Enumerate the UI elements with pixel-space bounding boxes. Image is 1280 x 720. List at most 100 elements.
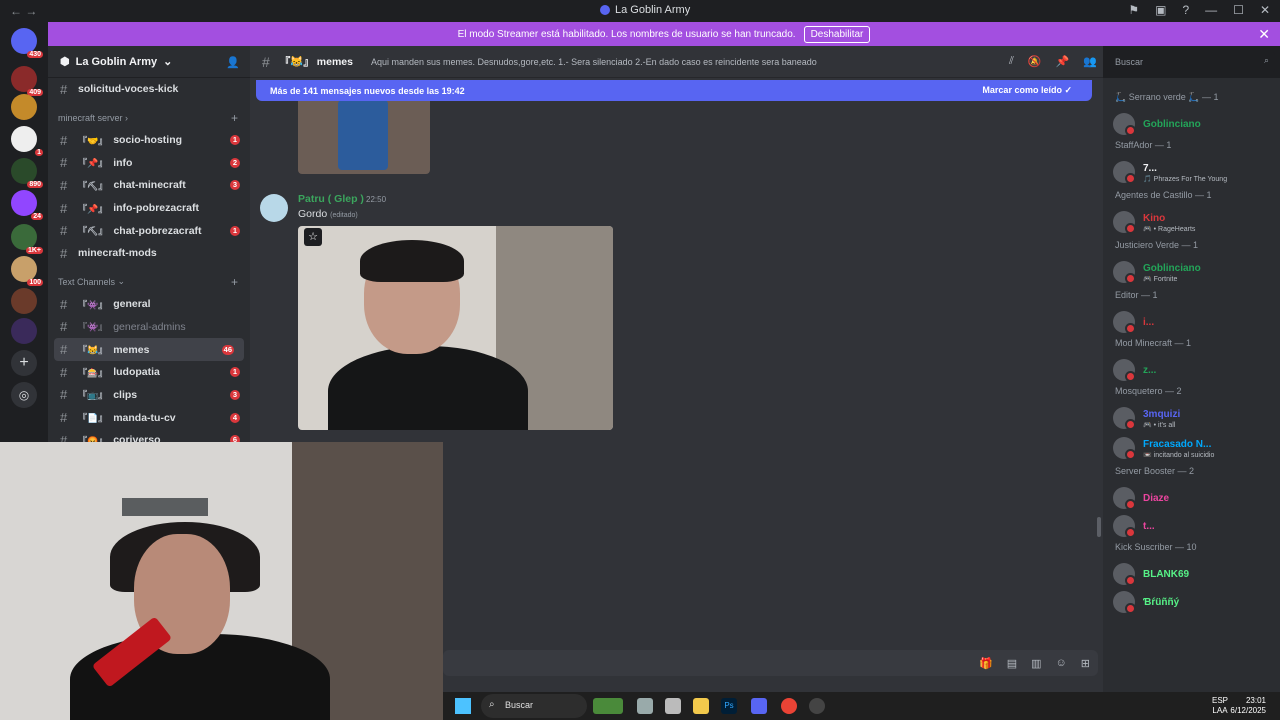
channel-general-admins[interactable]: # 『👾』 general-admins bbox=[48, 316, 250, 339]
channel-info-pobrezacraft[interactable]: # 『📌』 info-pobrezacraft bbox=[48, 197, 250, 220]
inbox-icon[interactable]: ▣ bbox=[1155, 3, 1166, 17]
member-status: 🎮 • RageHearts bbox=[1143, 226, 1196, 233]
language-indicator[interactable]: ESP LAA bbox=[1212, 696, 1228, 716]
message-author[interactable]: Patru ( Glep ) bbox=[298, 193, 364, 205]
member-item[interactable]: Ɓŕüññý bbox=[1113, 590, 1179, 614]
member-item[interactable]: Kino 🎮 • RageHearts bbox=[1113, 210, 1195, 234]
member-item[interactable]: t... bbox=[1113, 514, 1155, 538]
scrollbar-thumb[interactable] bbox=[1097, 517, 1101, 537]
server-icon[interactable] bbox=[11, 288, 37, 314]
gift-icon[interactable]: 🎁 bbox=[979, 657, 993, 670]
message-input[interactable]: 🎁 ▤ ▥ ☺ ⊞ bbox=[443, 650, 1098, 676]
previous-image-attachment[interactable] bbox=[298, 100, 430, 174]
add-channel-icon[interactable]: + bbox=[231, 111, 238, 125]
app-icon[interactable] bbox=[809, 698, 825, 714]
flag-icon[interactable]: ⚑ bbox=[1128, 3, 1139, 17]
image-attachment[interactable]: ☆ bbox=[298, 226, 613, 430]
server-icon[interactable]: 24 bbox=[11, 190, 43, 220]
server-icon[interactable]: 1K+ bbox=[11, 224, 43, 254]
threads-icon[interactable]: ⫽ bbox=[1009, 55, 1014, 68]
server-icon[interactable]: 1 bbox=[11, 126, 43, 156]
server-icon[interactable] bbox=[11, 318, 37, 344]
photoshop-icon[interactable]: Ps bbox=[721, 698, 737, 714]
emoji-icon[interactable]: ☺ bbox=[1056, 657, 1067, 670]
channel-label: coriverso bbox=[113, 434, 161, 442]
close-button[interactable]: ✕ bbox=[1260, 3, 1270, 17]
server-icon[interactable]: 890 bbox=[11, 158, 43, 188]
channel-info[interactable]: # 『📌』 info 2 bbox=[48, 151, 250, 174]
channel-coriverso[interactable]: # 『😡』 coriverso 6 bbox=[48, 429, 250, 442]
category-header[interactable]: Text Channels ⌄ + bbox=[48, 271, 250, 293]
add-server-icon[interactable]: + bbox=[11, 350, 37, 376]
maximize-button[interactable]: ☐ bbox=[1233, 3, 1244, 17]
star-icon[interactable]: ☆ bbox=[304, 228, 322, 246]
member-item[interactable]: Goblinciano bbox=[1113, 112, 1201, 136]
member-item[interactable]: i... bbox=[1113, 310, 1154, 334]
back-arrow-icon[interactable]: ← → bbox=[10, 4, 37, 18]
disable-button[interactable]: Deshabilitar bbox=[803, 25, 871, 43]
pin-icon[interactable]: 📌 bbox=[1056, 55, 1070, 68]
guild-header[interactable]: ⬢ La Goblin Army ⌄ 👤 bbox=[48, 46, 250, 78]
home-icon[interactable]: 430 bbox=[11, 28, 43, 58]
discord-icon[interactable] bbox=[751, 698, 767, 714]
compass-icon[interactable]: ◎ bbox=[11, 382, 37, 408]
member-category: Editor — 1 bbox=[1115, 290, 1158, 300]
unread-badge: 4 bbox=[230, 412, 240, 423]
member-item[interactable]: z... bbox=[1113, 358, 1156, 382]
member-item[interactable]: 7... 🎵 Phrazes For The Young bbox=[1113, 160, 1227, 184]
file-explorer-icon[interactable] bbox=[693, 698, 709, 714]
gif-icon[interactable]: ▤ bbox=[1007, 657, 1017, 670]
server-icon[interactable]: 409 bbox=[11, 66, 43, 96]
member-status: 🎮 • it's all bbox=[1143, 422, 1176, 429]
member-status: 📼 incitando al suicidio bbox=[1143, 452, 1215, 459]
taskbar-search[interactable]: ⌕ Buscar bbox=[481, 694, 587, 718]
search-icon: ⌕ bbox=[1263, 55, 1269, 65]
channel-memes[interactable]: # 『😹』 memes 46 bbox=[54, 338, 244, 361]
sticker-icon[interactable]: ▥ bbox=[1031, 657, 1041, 670]
channel-clips[interactable]: # 『📺』 clips 3 bbox=[48, 384, 250, 407]
add-member-icon[interactable]: 👤 bbox=[226, 56, 240, 69]
channel-chat-minecraft[interactable]: # 『⛏』 chat-minecraft 3 bbox=[48, 174, 250, 197]
task-view-icon[interactable] bbox=[637, 698, 653, 714]
minimize-button[interactable]: — bbox=[1205, 3, 1217, 17]
members-icon[interactable]: 👥 bbox=[1083, 55, 1097, 68]
mark-read-button[interactable]: Marcar como leído ✓ bbox=[982, 85, 1072, 96]
app-icon[interactable] bbox=[665, 698, 681, 714]
clock[interactable]: 23:01 6/12/2025 bbox=[1230, 696, 1266, 716]
channel-manda-tu-cv[interactable]: # 『📄』 manda-tu-cv 4 bbox=[48, 406, 250, 429]
member-category: Mod Minecraft — 1 bbox=[1115, 338, 1192, 348]
help-icon[interactable]: ? bbox=[1182, 3, 1189, 17]
start-button[interactable] bbox=[455, 698, 471, 714]
new-messages-bar[interactable]: Más de 141 mensajes nuevos desde las 19:… bbox=[256, 80, 1092, 101]
member-item[interactable]: BLANK69 bbox=[1113, 562, 1189, 586]
channel-label: socio-hosting bbox=[113, 134, 183, 147]
member-item[interactable]: Diaze bbox=[1113, 486, 1169, 510]
category-header[interactable]: minecraft server › + bbox=[48, 107, 250, 129]
widget-icon[interactable] bbox=[593, 698, 623, 714]
member-item[interactable]: 3mquizi 🎮 • it's all bbox=[1113, 406, 1180, 430]
channel-topic[interactable]: Aqui manden sus memes. Desnudos,gore,etc… bbox=[371, 57, 841, 67]
channel-solicitud-voces-kick[interactable]: # solicitud-voces-kick bbox=[48, 78, 250, 101]
avatar bbox=[1113, 113, 1136, 136]
close-icon[interactable]: ✕ bbox=[1258, 26, 1270, 43]
add-channel-icon[interactable]: + bbox=[231, 275, 238, 289]
avatar[interactable] bbox=[260, 194, 288, 222]
apps-icon[interactable]: ⊞ bbox=[1081, 657, 1090, 670]
hash-icon: # bbox=[60, 177, 68, 193]
member-item[interactable]: Goblinciano 🎮 Fortnite bbox=[1113, 260, 1201, 284]
member-name: 3mquizi bbox=[1143, 408, 1181, 420]
channel-general[interactable]: # 『👾』 general bbox=[48, 293, 250, 316]
avatar bbox=[1113, 591, 1136, 614]
server-icon[interactable]: 100 bbox=[11, 256, 43, 286]
search-input[interactable]: Buscar ⌕ bbox=[1107, 52, 1275, 72]
unread-badge: 3 bbox=[230, 180, 240, 191]
channel-chat-pobrezacraft[interactable]: # 『⛏』 chat-pobrezacraft 1 bbox=[48, 219, 250, 242]
bell-mute-icon[interactable]: 🔕 bbox=[1028, 55, 1042, 68]
chrome-icon[interactable] bbox=[781, 698, 797, 714]
server-icon[interactable] bbox=[11, 94, 37, 120]
channel-socio-hosting[interactable]: # 『🤝』 socio-hosting 1 bbox=[48, 129, 250, 152]
member-item[interactable]: Fracasado N... 📼 incitando al suicidio bbox=[1113, 436, 1215, 460]
channel-ludopatia[interactable]: # 『🎰』 ludopatia 1 bbox=[48, 361, 250, 384]
channel-minecraft-mods[interactable]: # minecraft-mods bbox=[48, 242, 250, 265]
hash-icon: # bbox=[60, 245, 68, 261]
